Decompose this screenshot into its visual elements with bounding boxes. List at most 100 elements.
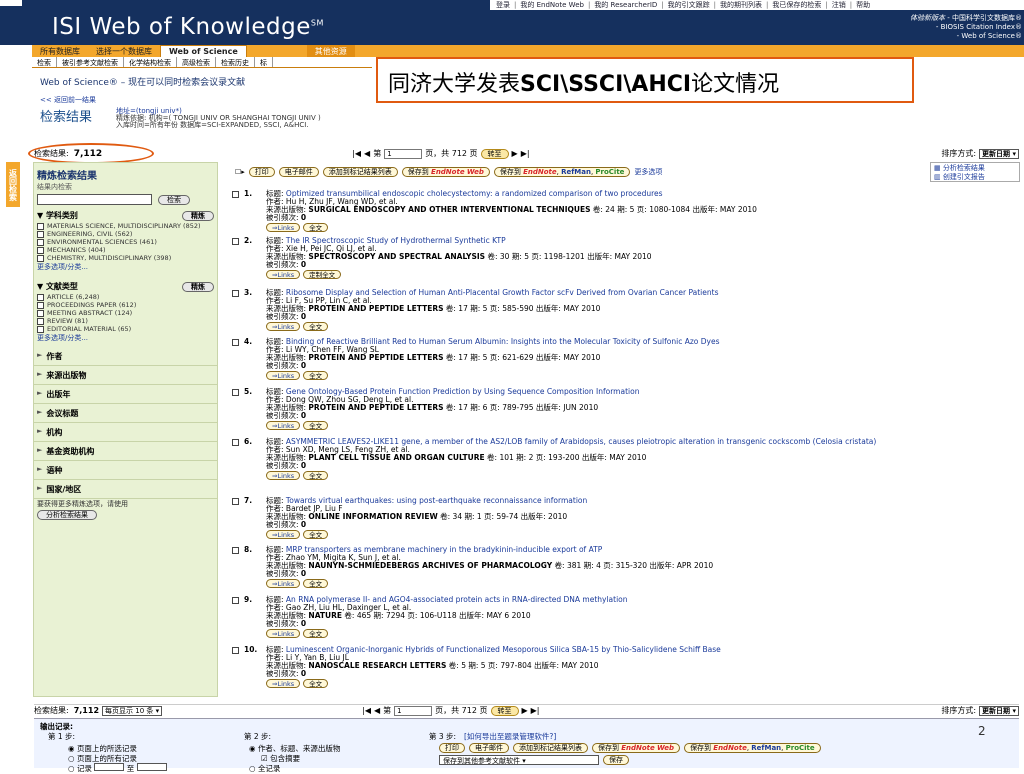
- checkbox[interactable]: [37, 294, 44, 301]
- doctype-option[interactable]: MEETING ABSTRACT (124): [34, 309, 217, 317]
- save-endnote-refman-bottom[interactable]: 保存到 EndNote, RefMan, ProCite: [684, 743, 821, 753]
- subject-option[interactable]: MECHANICS (404): [34, 246, 217, 254]
- fulltext-button[interactable]: 全文: [303, 629, 329, 638]
- doctype-option[interactable]: PROCEEDINGS PAPER (612): [34, 301, 217, 309]
- facet-collapsed[interactable]: ► 作者: [34, 347, 217, 366]
- sort-select-bottom[interactable]: 更新日期 ▾: [979, 705, 1019, 716]
- checkbox[interactable]: [37, 326, 44, 333]
- return-search-tab[interactable]: 返回检索: [6, 162, 20, 207]
- facet-collapsed[interactable]: ► 语种: [34, 461, 217, 480]
- fulltext-button[interactable]: 全文: [303, 679, 329, 688]
- links-button[interactable]: ⇒Links: [266, 679, 301, 688]
- range-to-input[interactable]: [136, 763, 167, 771]
- record-checkbox[interactable]: [232, 439, 239, 446]
- print-button[interactable]: 打印: [248, 167, 275, 177]
- analyze-link[interactable]: ▦ 分析检索结果: [934, 164, 1016, 173]
- fulltext-button[interactable]: 全文: [303, 579, 329, 588]
- prev-page-icon[interactable]: ◀: [374, 706, 380, 715]
- doctype-section[interactable]: ▼ 文献类型 精炼: [34, 278, 217, 293]
- links-button[interactable]: ⇒Links: [266, 421, 301, 430]
- facet-collapsed[interactable]: ► 来源出版物: [34, 366, 217, 385]
- record-title-link[interactable]: Luminescent Organic-Inorganic Hybrids of…: [286, 645, 721, 654]
- subject-option[interactable]: CHEMISTRY, MULTIDISCIPLINARY (398): [34, 254, 217, 262]
- more-options-link[interactable]: 更多选项: [634, 167, 662, 177]
- add-marked-button-bottom[interactable]: 添加到标记结果列表: [513, 743, 588, 753]
- links-button[interactable]: ⇒Links: [266, 322, 301, 331]
- record-checkbox[interactable]: [232, 647, 239, 654]
- next-page-icon[interactable]: ▶: [512, 149, 518, 158]
- go-button-bottom[interactable]: 转至: [490, 705, 519, 716]
- go-button[interactable]: 转至: [480, 148, 509, 159]
- checkbox[interactable]: [37, 231, 44, 238]
- page-input-bottom[interactable]: 1: [394, 705, 433, 716]
- fulltext-button[interactable]: 全文: [303, 322, 329, 331]
- trial-link[interactable]: - 中国科学引文数据库®: [947, 14, 1022, 22]
- export-format-select[interactable]: 保存到其他参考文献软件 ▾: [439, 755, 599, 765]
- refine-button[interactable]: 精炼: [182, 210, 214, 221]
- radio-range-records[interactable]: ○ 记录 至: [68, 763, 167, 774]
- facet-collapsed[interactable]: ► 国家/地区: [34, 480, 217, 499]
- subtab-item[interactable]: 检索: [32, 57, 57, 67]
- fulltext-button[interactable]: 全文: [303, 471, 329, 480]
- record-checkbox[interactable]: [232, 290, 239, 297]
- page-input[interactable]: 1: [384, 148, 423, 159]
- doctype-option[interactable]: ARTICLE (6,248): [34, 293, 217, 301]
- email-button[interactable]: 电子邮件: [278, 167, 319, 177]
- record-checkbox[interactable]: [232, 339, 239, 346]
- top-link[interactable]: 我的 ResearcherID: [594, 0, 657, 10]
- trial-link[interactable]: - Web of Science®: [836, 32, 1022, 41]
- subject-section[interactable]: ▼ 学科类别 精炼: [34, 207, 217, 222]
- fulltext-button[interactable]: 全文: [303, 371, 329, 380]
- select-page-icon[interactable]: ☐▸: [235, 168, 245, 176]
- top-link[interactable]: 登录: [496, 0, 510, 10]
- radio-full-record[interactable]: ○ 全记录: [249, 763, 280, 774]
- last-page-icon[interactable]: ▶|: [531, 706, 540, 715]
- links-button[interactable]: ⇒Links: [266, 530, 301, 539]
- tab-web-of-science[interactable]: Web of Science: [160, 45, 247, 57]
- subtab-item[interactable]: 高级检索: [177, 57, 216, 67]
- doctype-option[interactable]: EDITORIAL MATERIAL (65): [34, 325, 217, 333]
- more-doctypes-link[interactable]: 更多选项/分类...: [34, 333, 217, 343]
- save-endnote-refman-button[interactable]: 保存到 EndNote, RefMan, ProCite: [493, 167, 631, 177]
- per-page-select[interactable]: 每页显示 10 条 ▾: [102, 705, 163, 716]
- checkbox[interactable]: [37, 255, 44, 262]
- links-button[interactable]: ⇒Links: [266, 471, 301, 480]
- tab-all-databases[interactable]: 所有数据库: [32, 45, 88, 57]
- analyze-results-button[interactable]: 分析检索结果: [37, 510, 97, 520]
- first-page-icon[interactable]: |◀: [362, 706, 371, 715]
- last-page-icon[interactable]: ▶|: [521, 149, 530, 158]
- top-link[interactable]: 帮助: [856, 0, 870, 10]
- top-link[interactable]: 我的 EndNote Web: [520, 0, 584, 10]
- facet-collapsed[interactable]: ► 机构: [34, 423, 217, 442]
- record-checkbox[interactable]: [232, 597, 239, 604]
- facet-collapsed[interactable]: ► 会议标题: [34, 404, 217, 423]
- subtab-item[interactable]: 标: [255, 57, 273, 67]
- citation-report-link[interactable]: ▥ 创建引文报告: [934, 173, 1016, 182]
- links-button[interactable]: ⇒Links: [266, 270, 301, 279]
- top-link[interactable]: 我已保存的检索: [772, 0, 821, 10]
- checkbox[interactable]: [37, 239, 44, 246]
- facet-collapsed[interactable]: ► 出版年: [34, 385, 217, 404]
- top-link[interactable]: 我的引文跟踪: [668, 0, 710, 10]
- first-page-icon[interactable]: |◀: [352, 149, 361, 158]
- subject-option[interactable]: MATERIALS SCIENCE, MULTIDISCIPLINARY (85…: [34, 222, 217, 230]
- fulltext-button[interactable]: 全文: [303, 421, 329, 430]
- record-checkbox[interactable]: [232, 547, 239, 554]
- fulltext-button[interactable]: 全文: [303, 223, 329, 232]
- subject-option[interactable]: ENVIRONMENTAL SCIENCES (461): [34, 238, 217, 246]
- print-button-bottom[interactable]: 打印: [439, 743, 465, 753]
- facet-collapsed[interactable]: ► 基金资助机构: [34, 442, 217, 461]
- checkbox[interactable]: [37, 302, 44, 309]
- export-help-link[interactable]: [如何导出至题录管理软件?]: [464, 731, 556, 742]
- record-checkbox[interactable]: [232, 238, 239, 245]
- record-checkbox[interactable]: [232, 389, 239, 396]
- subject-option[interactable]: ENGINEERING, CIVIL (562): [34, 230, 217, 238]
- trial-link[interactable]: - BIOSIS Citation Index®: [836, 23, 1022, 32]
- tab-select-database[interactable]: 选择一个数据库: [88, 45, 160, 57]
- links-button[interactable]: ⇒Links: [266, 371, 301, 380]
- subtab-item[interactable]: 被引参考文献检索: [57, 57, 124, 67]
- checkbox[interactable]: [37, 310, 44, 317]
- fulltext-button[interactable]: 全文: [303, 530, 329, 539]
- top-link[interactable]: 我的期刊列表: [720, 0, 762, 10]
- links-button[interactable]: ⇒Links: [266, 223, 301, 232]
